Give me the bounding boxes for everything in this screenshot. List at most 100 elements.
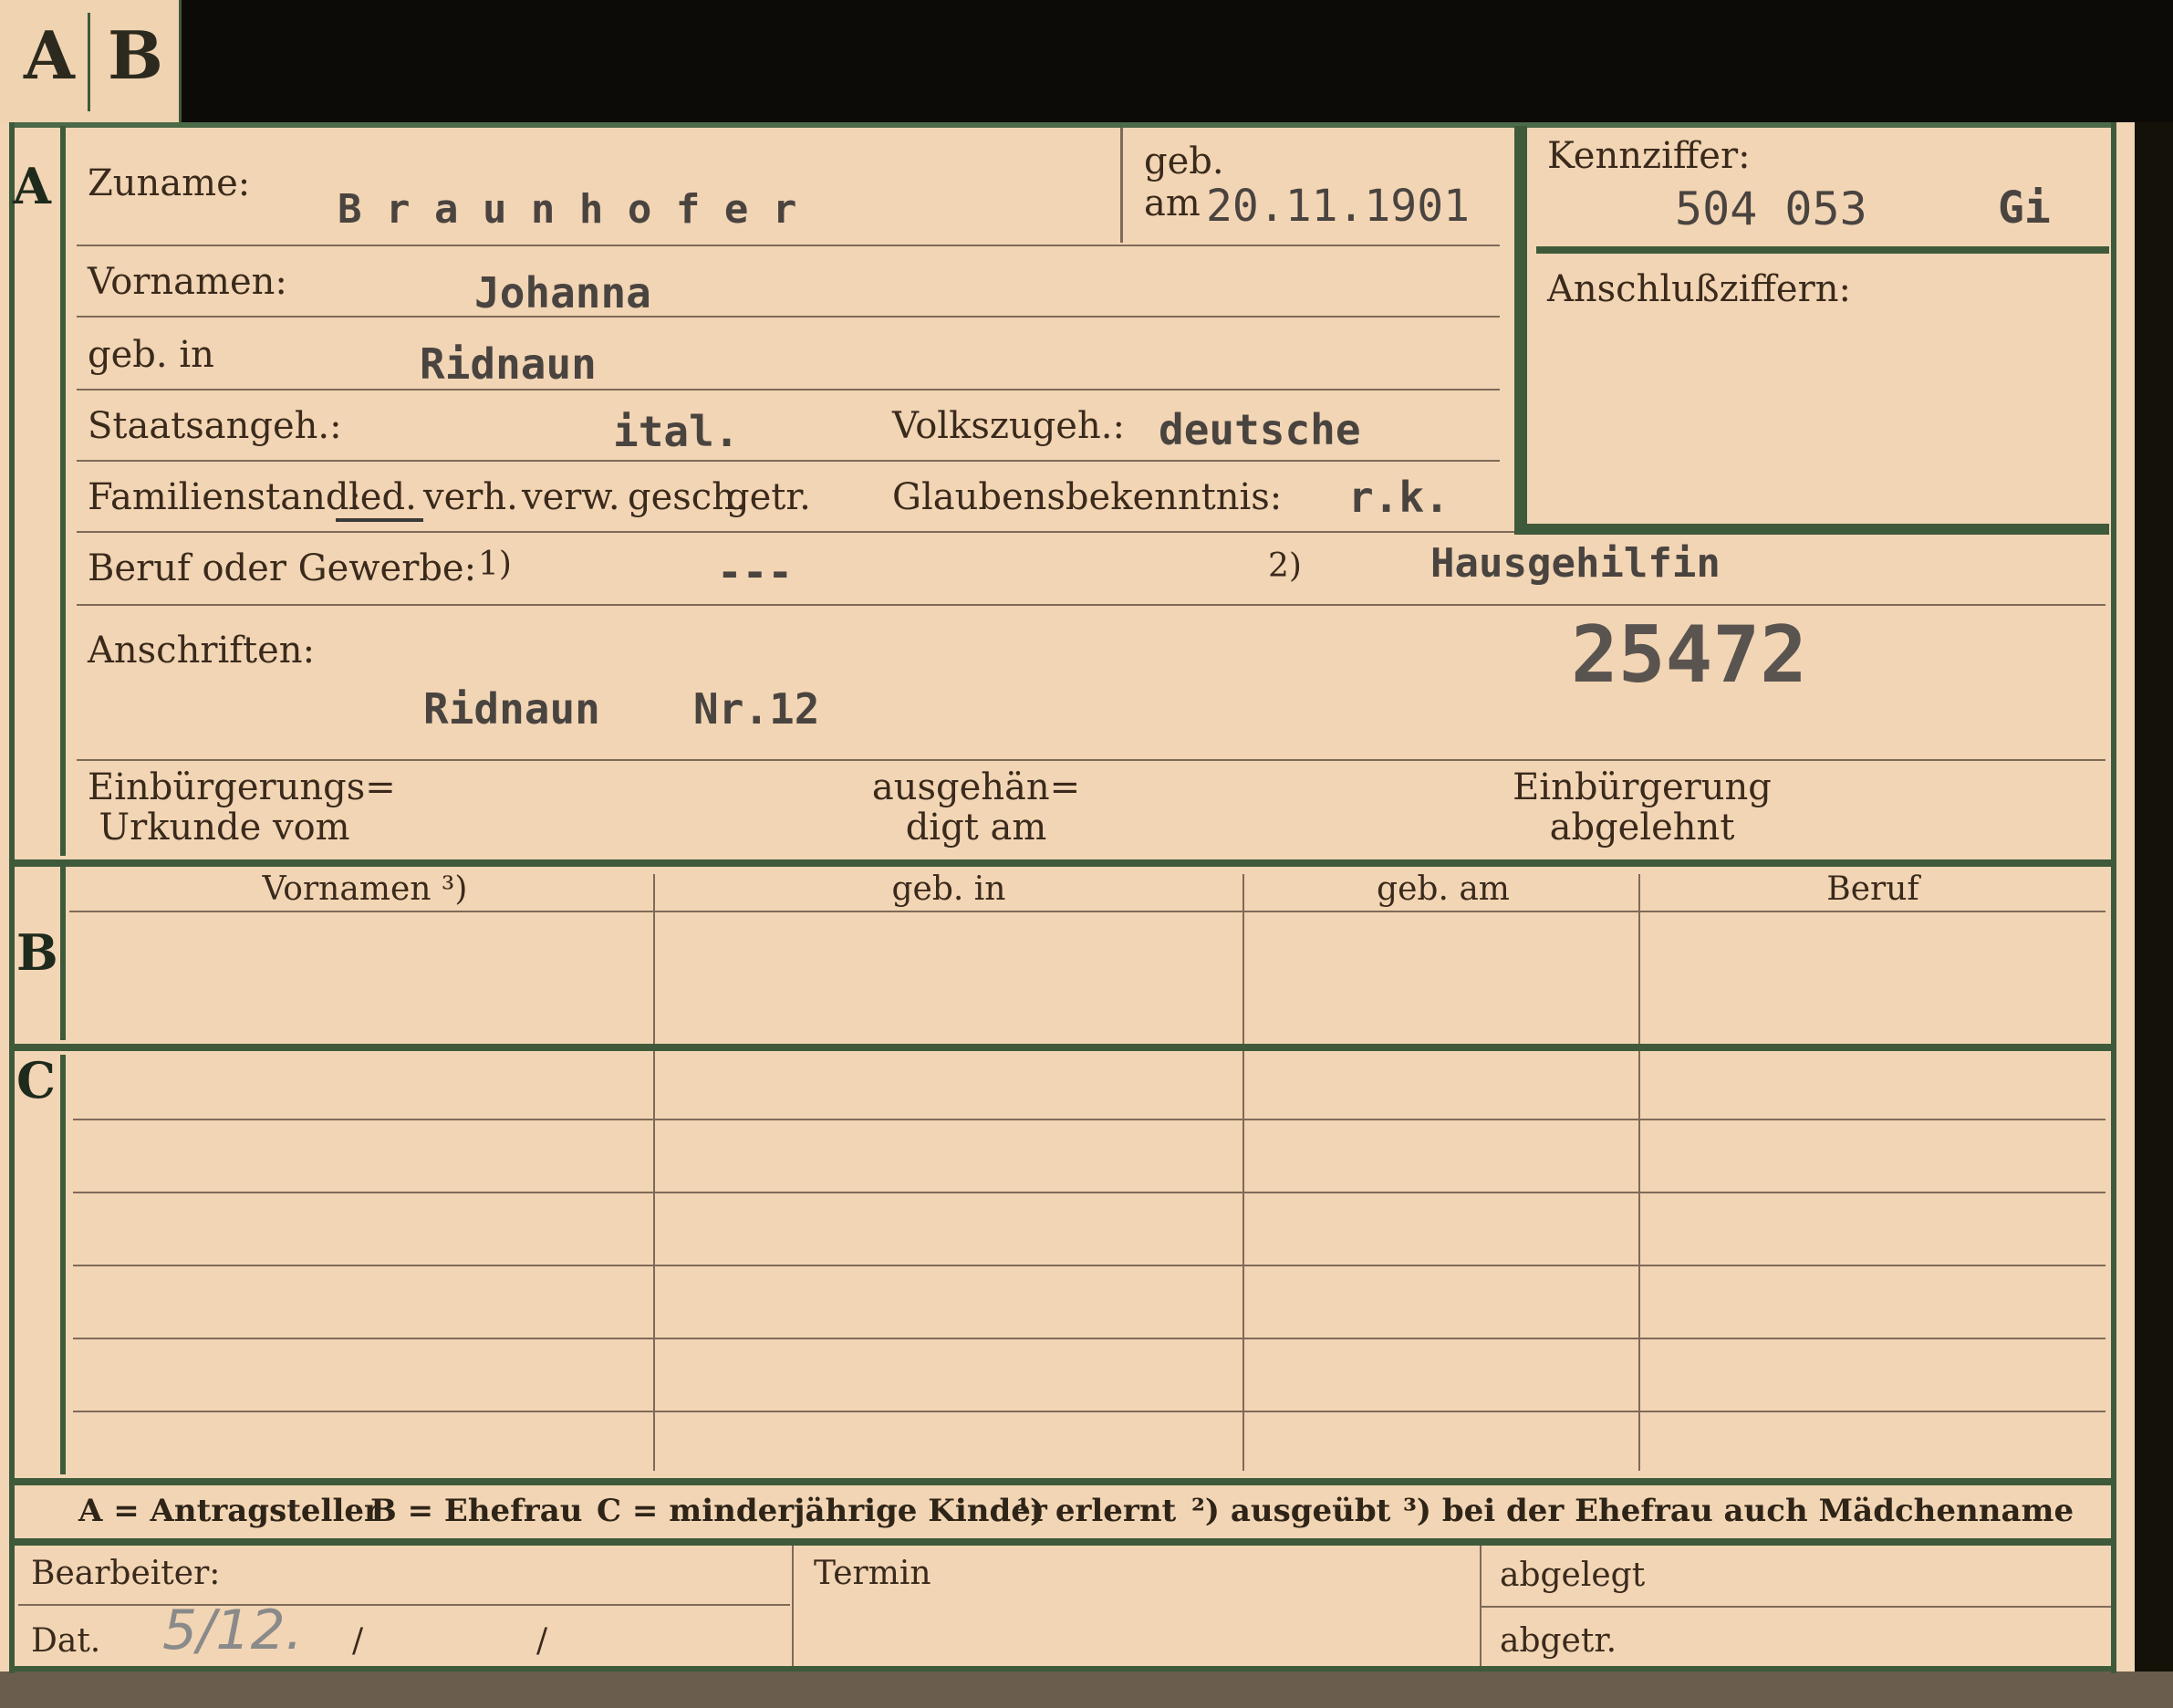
rule-familien <box>77 531 1514 533</box>
section-a-bar <box>60 126 66 856</box>
beruf-value-1: --- <box>717 547 794 597</box>
legend-note-2: ²) ausgeübt <box>1191 1493 1391 1529</box>
familien-label: Familienstand: <box>88 476 361 518</box>
divider-a-b <box>9 859 2116 867</box>
dat-label: Dat. <box>31 1622 101 1660</box>
table-header-rule <box>69 911 2105 912</box>
familien-option-getr: getr. <box>726 476 811 518</box>
beruf-value-2: Hausgehilfin <box>1430 540 1721 587</box>
footer-rule-right <box>1482 1606 2111 1608</box>
frame-right <box>2111 122 2116 1673</box>
stamp-number: 25472 <box>1571 609 1807 701</box>
tab-letter-a: A <box>24 16 75 94</box>
tab-divider <box>88 13 90 111</box>
frame-left <box>9 122 15 1673</box>
frame-top <box>9 122 2116 128</box>
tab-letter-b: B <box>108 16 163 94</box>
frame-bottom <box>9 1666 2116 1672</box>
glauben-value: r.k. <box>1348 473 1450 522</box>
kennziffer-value: 504 053 <box>1675 182 1867 235</box>
volk-value: deutsche <box>1159 405 1361 454</box>
staat-label: Staatsangeh.: <box>88 405 342 447</box>
table-header-vornamen: Vornamen ³) <box>262 870 468 908</box>
legend-note-1: ¹) erlernt <box>1016 1493 1177 1529</box>
table-row-rule-1 <box>73 1119 2105 1120</box>
dat-slash-2: / <box>536 1622 548 1660</box>
legend-b: B = Ehefrau <box>370 1493 583 1529</box>
beruf-label: Beruf oder Gewerbe: <box>88 547 477 589</box>
legend-a: A = Antragsteller <box>78 1493 380 1529</box>
anschluss-label: Anschlußziffern: <box>1547 268 1851 310</box>
scan-background-bottom <box>0 1672 2173 1708</box>
zuname-value: B r a u n h o f e r <box>338 186 797 233</box>
table-col-divider-3 <box>1638 874 1640 1471</box>
scan-background-top <box>178 0 2173 122</box>
einb-urkunde-line2: Urkunde vom <box>99 807 350 849</box>
legend-c: C = minderjährige Kinder <box>597 1493 1047 1529</box>
glauben-label: Glaubensbekenntnis: <box>892 476 1283 518</box>
familien-option-led: led. <box>348 476 417 518</box>
beruf-mark-1: 1) <box>478 546 512 583</box>
legend-top-rule <box>9 1478 2116 1485</box>
footer-divider-2 <box>1480 1546 1482 1670</box>
kennziffer-label: Kennziffer: <box>1547 135 1751 177</box>
geb-divider <box>1120 128 1123 243</box>
familien-option-verw: verw. <box>522 476 620 518</box>
zuname-label: Zuname: <box>88 162 251 204</box>
kennziffer-box-left <box>1514 126 1527 535</box>
termin-label: Termin <box>814 1555 931 1592</box>
table-row-rule-3 <box>73 1265 2105 1266</box>
gebin-label: geb. in <box>88 334 214 376</box>
kennziffer-code: Gi <box>1998 182 2051 234</box>
index-card <box>0 0 2173 1708</box>
table-col-divider-1 <box>653 874 655 1471</box>
einb-abg-line1: Einbürgerung <box>1513 766 1772 808</box>
gebin-value: Ridnaun <box>420 339 597 389</box>
dat-slash-1: / <box>352 1622 364 1660</box>
table-row-rule-5 <box>73 1411 2105 1412</box>
kennziffer-box-bottom <box>1514 524 2109 535</box>
kennziffer-box-divider <box>1536 246 2109 254</box>
section-c-bar <box>60 1055 66 1474</box>
vornamen-value: Johanna <box>474 268 651 318</box>
anschrift-label: Anschriften: <box>88 630 316 672</box>
table-row-rule-4 <box>73 1338 2105 1339</box>
table-col-divider-2 <box>1242 874 1244 1471</box>
rule-zuname <box>77 245 1500 246</box>
rule-beruf <box>77 604 2105 606</box>
table-header-gebam: geb. am <box>1377 870 1510 908</box>
rule-gebin <box>77 389 1500 391</box>
einb-abg-line2: abgelehnt <box>1549 807 1735 849</box>
vornamen-label: Vornamen: <box>88 261 287 303</box>
legend-note-3: ³) bei der Ehefrau auch Mädchenname <box>1403 1493 2074 1529</box>
divider-b-c <box>9 1044 2116 1051</box>
section-b-label: B <box>16 923 58 982</box>
section-a-label: A <box>13 157 51 215</box>
familien-underline-mark <box>336 518 423 522</box>
table-row-rule-2 <box>73 1192 2105 1193</box>
beruf-mark-2: 2) <box>1268 547 1302 585</box>
anschrift-nr: Nr.12 <box>693 684 820 734</box>
volk-label: Volkszugeh.: <box>892 405 1125 447</box>
ausgeh-line1: ausgehän= <box>871 766 1081 808</box>
section-b-bar <box>60 867 66 1040</box>
staat-value: ital. <box>613 407 740 456</box>
rule-vornamen <box>77 316 1500 318</box>
scan-background-right <box>2135 122 2173 1708</box>
abgelegt-label: abgelegt <box>1500 1557 1646 1594</box>
table-header-gebin: geb. in <box>891 870 1006 908</box>
abgetr-label: abgetr. <box>1500 1622 1617 1660</box>
legend-bottom-rule <box>9 1538 2116 1546</box>
rule-anschrift <box>77 759 2105 761</box>
familien-option-verh: verh. <box>423 476 518 518</box>
section-c-label: C <box>16 1051 56 1109</box>
footer-rule-left <box>18 1604 790 1606</box>
birth-date-value: 20.11.1901 <box>1206 181 1470 232</box>
anschrift-place: Ridnaun <box>423 684 600 734</box>
einb-urkunde-line1: Einbürgerungs= <box>88 766 396 808</box>
rule-staat <box>77 460 1500 462</box>
dat-handwritten: 5/12. <box>162 1599 303 1662</box>
geb-label: geb. <box>1144 141 1224 182</box>
ausgeh-line2: digt am <box>905 807 1047 849</box>
am-label: am <box>1144 182 1201 224</box>
